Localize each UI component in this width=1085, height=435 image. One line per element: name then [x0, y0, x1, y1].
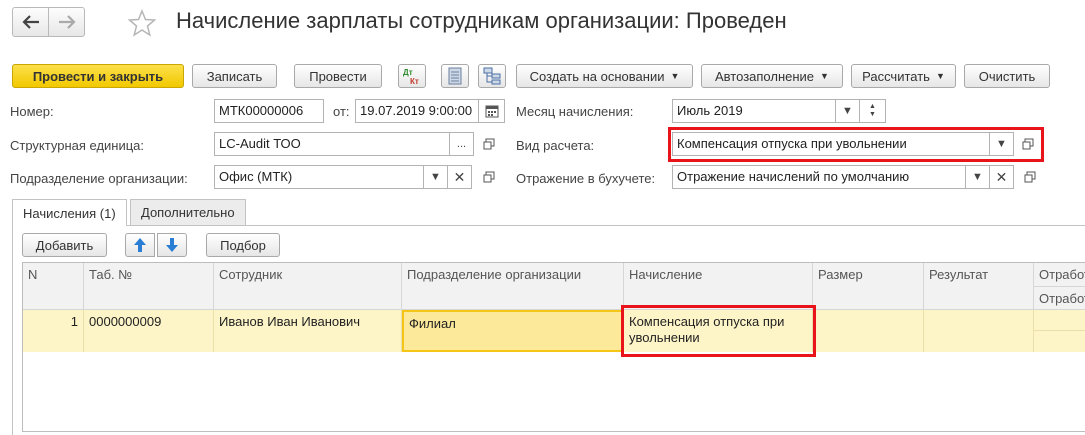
add-row-button[interactable]: Добавить [22, 233, 107, 257]
open-window-icon [483, 138, 495, 150]
arrow-right-icon [58, 15, 76, 29]
open-accounting-button[interactable] [1019, 166, 1041, 188]
accrual-cell-highlight [621, 305, 816, 357]
favorite-star-icon[interactable] [127, 9, 157, 40]
page-title: Начисление зарплаты сотрудникам организа… [176, 8, 787, 33]
dropdown-caret-icon: ▼ [820, 71, 829, 81]
post-and-close-button[interactable]: Провести и закрыть [12, 64, 184, 88]
column-header-employee[interactable]: Сотрудник [214, 263, 402, 310]
cell-division[interactable]: Филиал [402, 310, 624, 352]
cell-result[interactable] [924, 310, 1034, 352]
date-field[interactable]: 19.07.2019 9:00:00 [355, 99, 479, 123]
move-down-button[interactable] [157, 233, 187, 257]
column-header-size[interactable]: Размер [813, 263, 924, 310]
calendar-button[interactable] [479, 99, 505, 123]
division-field[interactable]: Офис (МТК) [214, 165, 424, 189]
cell-n[interactable]: 1 [23, 310, 84, 352]
dt-kt-icon: Дт Кт [403, 68, 419, 86]
arrow-left-icon [21, 15, 39, 29]
create-based-on-label: Создать на основании [529, 68, 665, 84]
hierarchy-icon [483, 67, 501, 85]
calculate-button[interactable]: Рассчитать ▼ [851, 64, 956, 88]
column-header-accrual[interactable]: Начисление [624, 263, 813, 310]
back-button[interactable] [12, 7, 49, 37]
svg-text:Дт: Дт [403, 68, 413, 77]
stepper-up-icon[interactable]: ▲ [869, 103, 876, 111]
cell-tab-no[interactable]: 0000000009 [84, 310, 214, 352]
tab-accruals[interactable]: Начисления (1) [12, 199, 127, 226]
dropdown-caret-icon: ▼ [670, 71, 680, 81]
cell-worked-days[interactable] [1034, 310, 1085, 331]
structural-unit-field[interactable]: LC-Audit ТОО [214, 132, 450, 156]
accounting-clear-button[interactable]: ✕ [990, 165, 1014, 189]
arrow-down-icon [166, 238, 178, 252]
stepper-down-icon[interactable]: ▼ [869, 111, 876, 119]
accruals-table[interactable]: N Таб. № Сотрудник Подразделение организ… [22, 262, 1085, 432]
tab-additional[interactable]: Дополнительно [130, 199, 246, 225]
accounting-field[interactable]: Отражение начислений по умолчанию [672, 165, 966, 189]
number-field[interactable]: МТК00000006 [214, 99, 324, 123]
calc-type-highlight [668, 127, 1044, 162]
dropdown-caret-icon: ▼ [935, 71, 945, 81]
post-button[interactable]: Провести [294, 64, 382, 88]
pick-button[interactable]: Подбор [206, 233, 280, 257]
autofill-button[interactable]: Автозаполнение ▼ [701, 64, 843, 88]
open-unit-button[interactable] [478, 133, 500, 155]
month-field[interactable]: Июль 2019 [672, 99, 836, 123]
autofill-label: Автозаполнение [715, 68, 815, 84]
dropdown-caret-icon: ▼ [842, 105, 853, 117]
column-header-tab-no[interactable]: Таб. № [84, 263, 214, 310]
cell-size[interactable] [813, 310, 924, 352]
calc-type-label: Вид расчета: [516, 138, 595, 153]
arrow-up-icon [134, 238, 146, 252]
division-label: Подразделение организации: [10, 171, 188, 186]
column-header-result[interactable]: Результат [924, 263, 1034, 310]
date-label: от: [333, 104, 350, 119]
dropdown-caret-icon: ▼ [430, 171, 441, 183]
save-button[interactable]: Записать [192, 64, 277, 88]
cell-worked-hours[interactable] [1034, 331, 1085, 352]
column-header-n[interactable]: N [23, 263, 84, 310]
column-header-worked-days[interactable]: Отработ [1034, 263, 1085, 287]
dropdown-caret-icon: ▼ [972, 171, 983, 183]
svg-text:Кт: Кт [410, 77, 419, 86]
accounting-label: Отражение в бухучете: [516, 171, 656, 186]
open-window-icon [1024, 171, 1036, 183]
month-dropdown-button[interactable]: ▼ [836, 99, 860, 123]
register-list-icon [448, 67, 462, 85]
division-clear-button[interactable]: ✕ [448, 165, 472, 189]
column-header-division[interactable]: Подразделение организации [402, 263, 624, 310]
calendar-icon [485, 105, 498, 118]
month-stepper[interactable]: ▲ ▼ [860, 99, 886, 123]
open-division-button[interactable] [478, 166, 500, 188]
clear-button[interactable]: Очистить [964, 64, 1050, 88]
dt-kt-button[interactable]: Дт Кт [398, 64, 426, 88]
clear-x-icon: ✕ [453, 168, 466, 185]
structural-unit-label: Структурная единица: [10, 138, 145, 153]
structure-button[interactable] [478, 64, 506, 88]
create-based-on-button[interactable]: Создать на основании ▼ [516, 64, 693, 88]
move-up-button[interactable] [125, 233, 155, 257]
number-label: Номер: [10, 104, 54, 119]
register-button[interactable] [441, 64, 469, 88]
month-label: Месяц начисления: [516, 104, 634, 119]
calculate-label: Рассчитать [862, 68, 930, 84]
division-dropdown-button[interactable]: ▼ [424, 165, 448, 189]
cell-employee[interactable]: Иванов Иван Иванович [214, 310, 402, 352]
forward-button[interactable] [48, 7, 85, 37]
column-header-worked-hours[interactable]: Отработ [1034, 287, 1085, 310]
structural-unit-select-button[interactable]: ... [450, 132, 474, 156]
clear-x-icon: ✕ [995, 168, 1008, 185]
accounting-dropdown-button[interactable]: ▼ [966, 165, 990, 189]
open-window-icon [483, 171, 495, 183]
